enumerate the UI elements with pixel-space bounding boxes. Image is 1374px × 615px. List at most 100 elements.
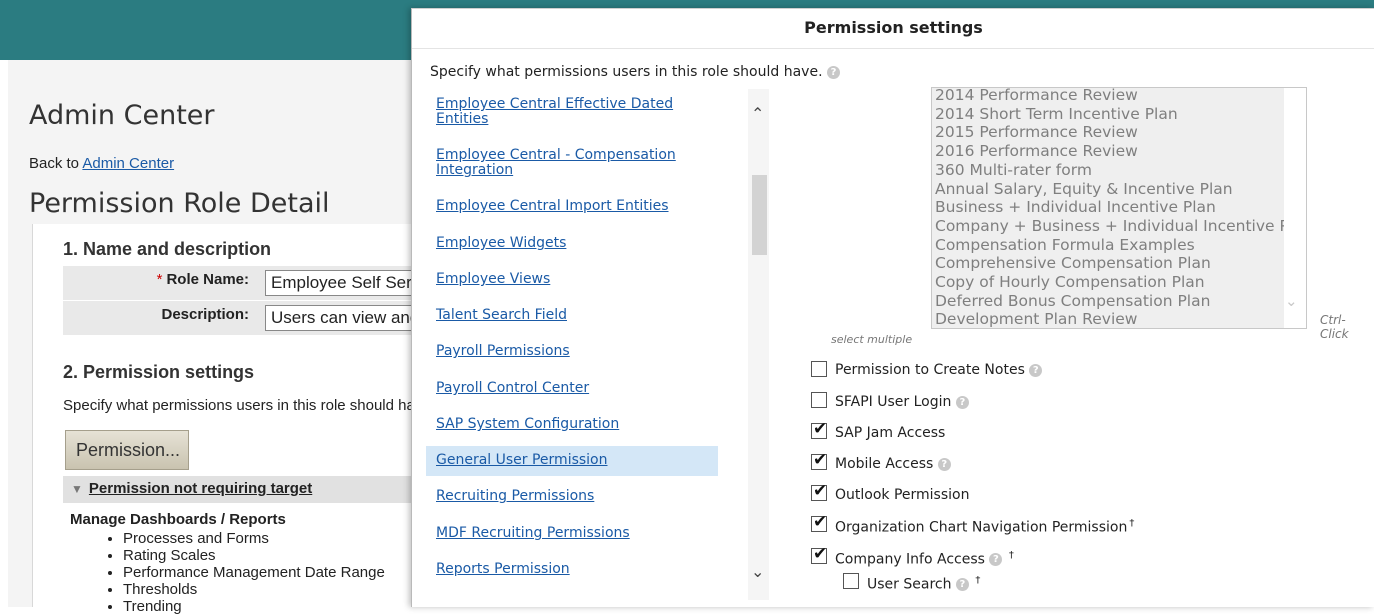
- help-icon[interactable]: ?: [937, 457, 951, 471]
- permission-settings-description: Specify what permissions users in this r…: [63, 397, 415, 414]
- listbox-option[interactable]: Business + Individual Incentive Plan: [935, 198, 1216, 216]
- category-link[interactable]: Payroll Permissions: [426, 344, 718, 359]
- listbox-option[interactable]: Compensation Formula Examples: [935, 236, 1195, 254]
- org-chart-navigation-checkbox[interactable]: ✔: [811, 512, 827, 532]
- dialog-intro: Specify what permissions users in this r…: [430, 64, 840, 80]
- admin-center-title: Admin Center: [29, 100, 215, 131]
- page-title: Permission Role Detail: [29, 188, 330, 219]
- dagger-mark: †: [1008, 550, 1014, 561]
- org-chart-navigation-label: Organization Chart Navigation Permission: [835, 519, 1128, 536]
- listbox-option[interactable]: Copy of Hourly Compensation Plan: [935, 273, 1205, 291]
- dialog-intro-text: Specify what permissions users in this r…: [430, 64, 823, 80]
- user-search-row: User Search ? †: [867, 575, 980, 593]
- list-item: Processes and Forms: [123, 530, 385, 547]
- form-template-listbox[interactable]: 2014 Performance Review 2014 Short Term …: [931, 87, 1307, 329]
- listbox-option[interactable]: 360 Multi-rater form: [935, 161, 1092, 179]
- outlook-permission-label: Outlook Permission: [835, 487, 970, 503]
- select-multiple-hint: select multiple: [831, 333, 913, 346]
- sfapi-login-label: SFAPI User Login: [835, 394, 952, 410]
- user-search-label: User Search: [867, 576, 952, 593]
- help-icon[interactable]: ?: [955, 578, 969, 592]
- sap-jam-row: SAP Jam Access: [835, 425, 945, 441]
- listbox-option[interactable]: 2014 Short Term Incentive Plan: [935, 105, 1178, 123]
- manage-dashboards-list: Processes and Forms Rating Scales Perfor…: [107, 530, 385, 615]
- help-icon[interactable]: ?: [989, 553, 1003, 567]
- category-link[interactable]: Employee Central - Compensation Integrat…: [426, 148, 718, 178]
- create-notes-checkbox[interactable]: [811, 361, 827, 377]
- outlook-permission-checkbox[interactable]: ✔: [811, 481, 827, 501]
- checkmark-icon: ✔: [813, 544, 828, 564]
- dialog-title: Permission settings: [412, 9, 1374, 49]
- category-link[interactable]: Payroll Control Center: [426, 381, 718, 396]
- help-icon[interactable]: ?: [955, 395, 969, 409]
- company-info-access-row: Company Info Access ? †: [835, 550, 1014, 568]
- mobile-access-checkbox[interactable]: ✔: [811, 450, 827, 470]
- category-link[interactable]: MDF Recruiting Permissions: [426, 526, 718, 541]
- required-mark: *: [156, 271, 163, 288]
- category-link[interactable]: Employee Central Import Entities: [426, 199, 718, 214]
- section-name-description: 1. Name and description: [63, 239, 272, 259]
- sap-jam-checkbox[interactable]: ✔: [811, 419, 827, 439]
- category-link[interactable]: Employee Views: [426, 272, 718, 287]
- mobile-access-row: Mobile Access ?: [835, 456, 951, 472]
- mobile-access-label: Mobile Access: [835, 456, 934, 472]
- checkmark-icon: ✔: [813, 481, 828, 501]
- list-item: Thresholds: [123, 581, 385, 598]
- section-permission-settings: 2. Permission settings: [63, 362, 255, 382]
- collapse-label: Permission not requiring target: [88, 480, 313, 497]
- help-icon[interactable]: ?: [1029, 363, 1043, 377]
- checkmark-icon: ✔: [813, 450, 828, 470]
- category-link[interactable]: Recruiting Permissions: [426, 489, 718, 504]
- listbox-option[interactable]: Deferred Bonus Compensation Plan: [935, 292, 1210, 310]
- admin-center-link[interactable]: Admin Center: [82, 155, 174, 172]
- description-input[interactable]: Users can view and: [265, 305, 425, 331]
- listbox-option[interactable]: 2014 Performance Review: [935, 88, 1138, 104]
- dagger-mark: †: [975, 575, 981, 586]
- category-link-selected[interactable]: General User Permission: [426, 446, 718, 476]
- listbox-option[interactable]: 2016 Performance Review: [935, 142, 1138, 160]
- sfapi-login-row: SFAPI User Login ?: [835, 394, 969, 410]
- back-prefix: Back to: [29, 155, 80, 172]
- listbox-scroll-down-icon[interactable]: ⌄: [1285, 292, 1298, 310]
- listbox-option[interactable]: Development Plan Review: [935, 310, 1137, 328]
- org-chart-navigation-row: Organization Chart Navigation Permission…: [835, 518, 1134, 536]
- permission-button[interactable]: Permission...: [65, 430, 189, 470]
- user-search-checkbox[interactable]: [843, 573, 859, 589]
- scroll-up-icon[interactable]: ⌃: [751, 104, 764, 124]
- role-name-label: * Role Name:: [63, 271, 249, 288]
- list-item: Rating Scales: [123, 547, 385, 564]
- checkmark-icon: ✔: [813, 512, 828, 532]
- sfapi-login-checkbox[interactable]: [811, 392, 827, 408]
- ctrl-click-hint: Ctrl-Click: [1320, 313, 1349, 341]
- sap-jam-label: SAP Jam Access: [835, 425, 946, 441]
- category-link[interactable]: Employee Central Effective Dated Entitie…: [426, 97, 718, 127]
- dagger-mark: †: [1129, 518, 1135, 529]
- listbox-option[interactable]: Annual Salary, Equity & Incentive Plan: [935, 180, 1233, 198]
- list-item: Performance Management Date Range: [123, 564, 385, 581]
- scroll-down-icon[interactable]: ⌄: [751, 562, 764, 582]
- back-link-row: Back to Admin Center: [29, 155, 174, 172]
- checkmark-icon: ✔: [813, 419, 828, 439]
- create-notes-row: Permission to Create Notes ?: [835, 362, 1043, 378]
- category-link[interactable]: Employee Widgets: [426, 236, 718, 251]
- description-label: Description:: [161, 306, 249, 323]
- help-icon[interactable]: ?: [826, 65, 840, 79]
- company-info-access-label: Company Info Access: [835, 551, 985, 568]
- role-name-input[interactable]: Employee Self Serv: [265, 270, 425, 296]
- category-link[interactable]: SAP System Configuration: [426, 417, 718, 432]
- category-link[interactable]: Reports Permission: [426, 562, 718, 577]
- permission-settings-dialog: Permission settings Specify what permiss…: [411, 8, 1374, 607]
- category-scrollbar-thumb[interactable]: [752, 175, 767, 255]
- collapse-triangle-icon: ▼: [71, 482, 83, 496]
- category-link[interactable]: Talent Search Field: [426, 308, 718, 323]
- category-scrollbar[interactable]: [748, 89, 769, 600]
- permission-not-requiring-target-toggle[interactable]: ▼ Permission not requiring target: [63, 476, 428, 503]
- role-name-label-text: Role Name:: [166, 271, 249, 288]
- listbox-option[interactable]: Company + Business + Individual Incentiv…: [935, 217, 1306, 235]
- company-info-access-checkbox[interactable]: ✔: [811, 544, 827, 564]
- listbox-option[interactable]: Comprehensive Compensation Plan: [935, 254, 1211, 272]
- listbox-option[interactable]: 2015 Performance Review: [935, 123, 1138, 141]
- create-notes-label: Permission to Create Notes: [835, 362, 1025, 378]
- manage-dashboards-heading: Manage Dashboards / Reports: [70, 511, 286, 528]
- outlook-permission-row: Outlook Permission: [835, 487, 969, 503]
